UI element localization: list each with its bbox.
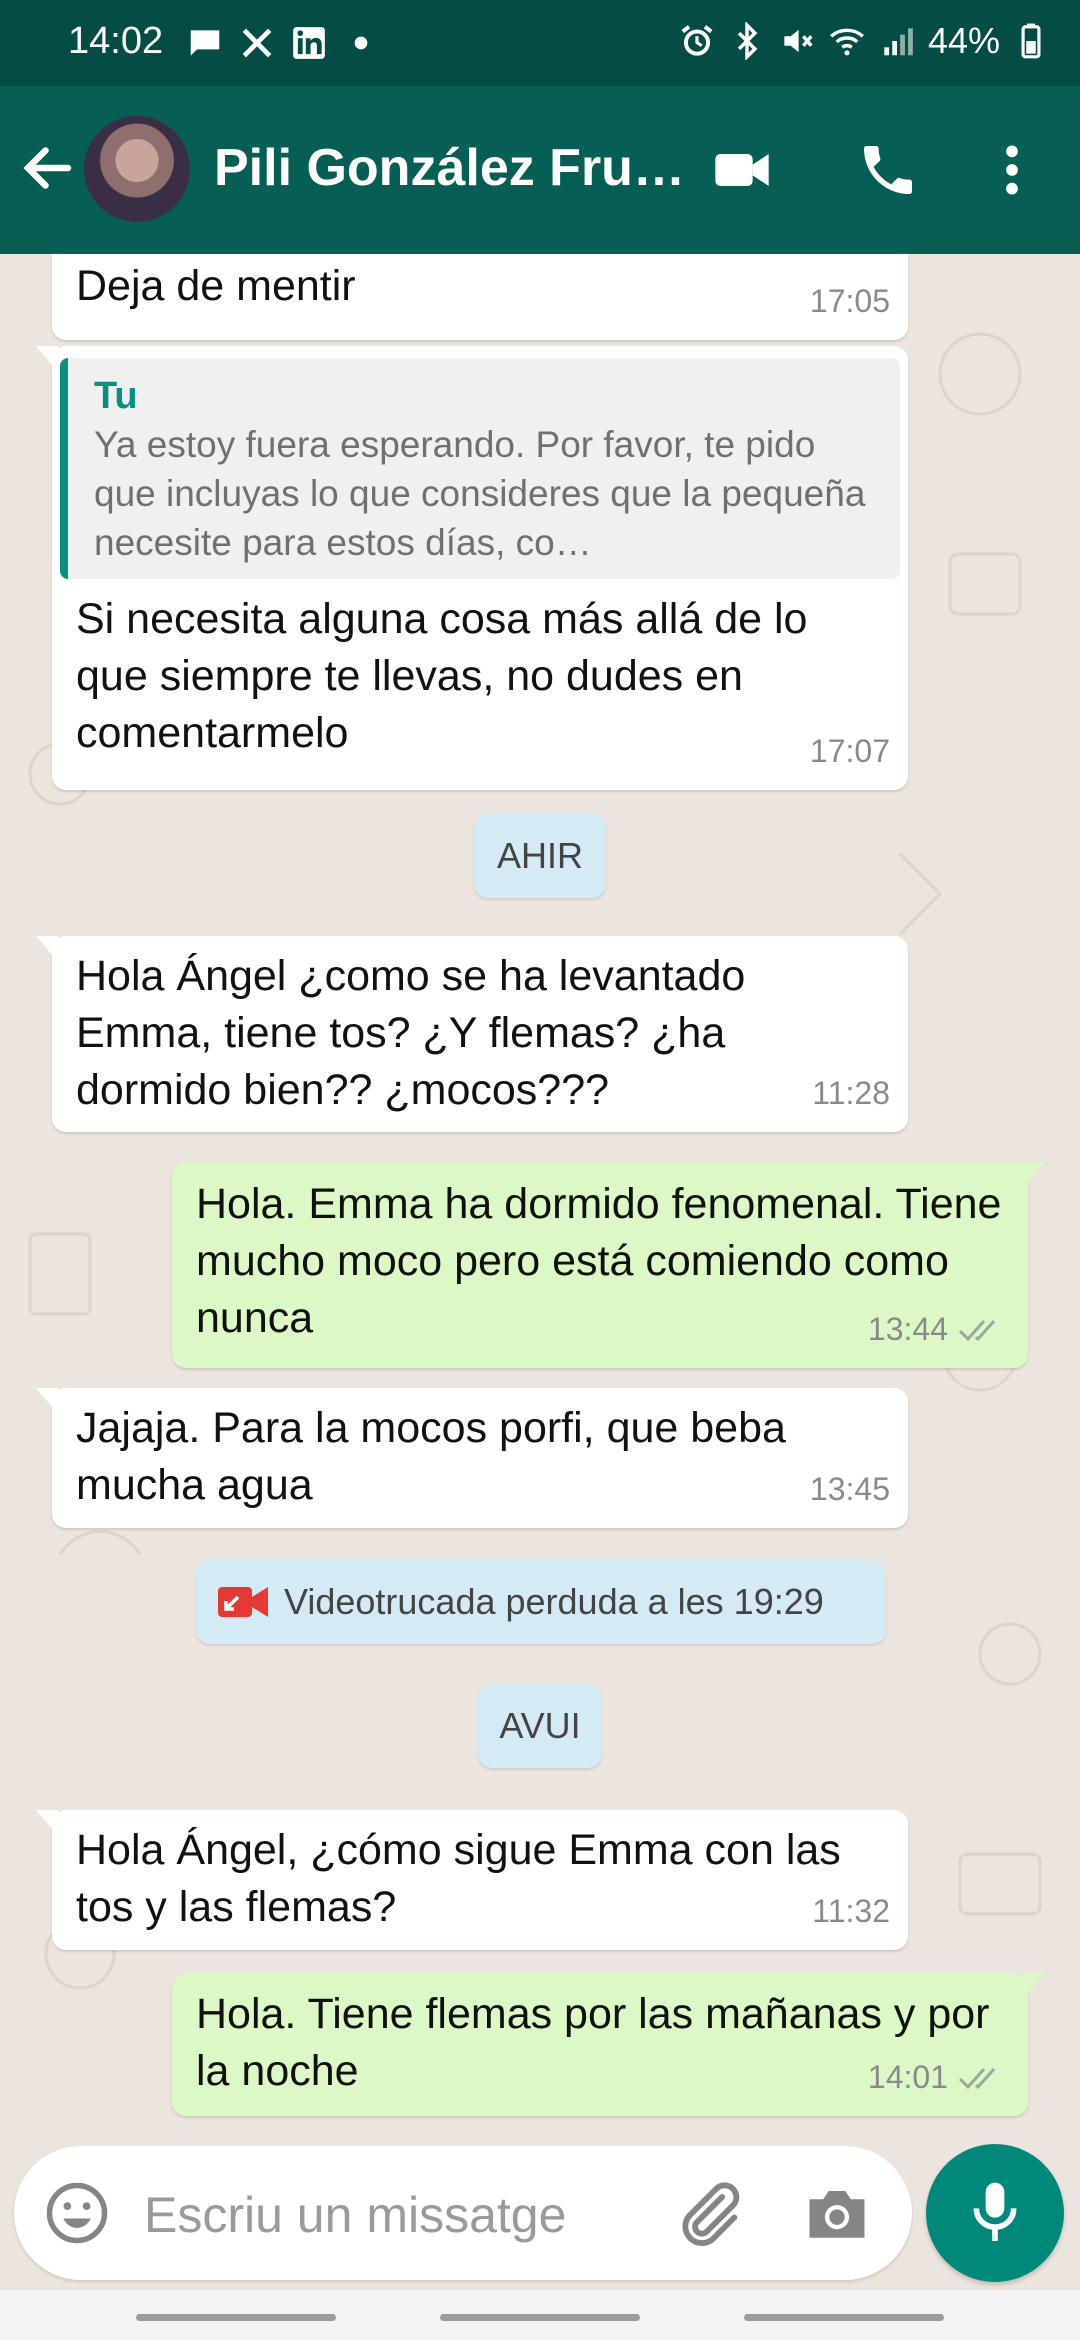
message-input[interactable]: Escriu un missatge	[144, 2186, 566, 2244]
message-incoming-reply[interactable]: Tu Ya estoy fuera esperando. Por favor, …	[36, 346, 908, 790]
tools-notification-icon	[242, 28, 272, 58]
message-incoming[interactable]: Deja de mentir 17:05	[52, 254, 908, 340]
message-incoming[interactable]: Hola Ángel ¿como se ha levantado Emma, t…	[36, 936, 908, 1132]
message-timestamp: 13:44	[867, 1311, 948, 1347]
alarm-icon	[681, 25, 713, 56]
bubble-tail	[36, 1810, 58, 1836]
bubble-tail	[1022, 1974, 1044, 2000]
date-divider-yesterday: AHIR	[474, 814, 606, 898]
signal-icon	[884, 28, 913, 56]
message-list[interactable]: Deja de mentir 17:05 Tu Ya estoy fuera e…	[0, 254, 1080, 2144]
message-time: 11:32	[812, 1883, 890, 1940]
message-text: Hola Ángel, ¿cómo sigue Emma con las tos…	[76, 1826, 841, 1931]
bubble-tail	[36, 346, 58, 372]
back-arrow-icon[interactable]	[18, 138, 78, 198]
bubble-tail	[36, 1388, 58, 1414]
emoji-icon[interactable]	[44, 2180, 110, 2246]
attach-icon[interactable]	[674, 2178, 744, 2248]
battery-percent: 44%	[927, 20, 1000, 61]
message-timestamp: 11:32	[812, 1893, 890, 1929]
wifi-icon	[829, 28, 864, 56]
voice-record-button[interactable]	[926, 2144, 1064, 2282]
message-time: 17:05	[810, 273, 890, 330]
linkedin-notification-icon	[293, 27, 325, 59]
quoted-message[interactable]: Tu Ya estoy fuera esperando. Por favor, …	[60, 358, 900, 579]
message-text: Jajaja. Para la mocos porfi, que beba mu…	[76, 1404, 786, 1509]
missed-video-call-notice[interactable]: Videotrucada perduda a les 19:29	[196, 1560, 886, 1644]
quoted-text: Ya estoy fuera esperando. Por favor, te …	[94, 424, 866, 563]
message-text: Deja de mentir	[76, 262, 356, 310]
message-time: 13:45	[810, 1461, 890, 1518]
nav-home-handle[interactable]	[440, 2314, 640, 2321]
message-incoming[interactable]: Hola Ángel, ¿cómo sigue Emma con las tos…	[36, 1810, 908, 1950]
message-timestamp: 17:07	[809, 733, 890, 769]
date-divider-today: AVUI	[478, 1684, 602, 1768]
message-timestamp: 17:05	[809, 283, 890, 319]
notification-icons	[186, 24, 380, 62]
battery-icon	[1021, 23, 1041, 59]
bubble-tail	[1022, 1162, 1044, 1188]
message-incoming[interactable]: Jajaja. Para la mocos porfi, que beba mu…	[36, 1388, 908, 1528]
message-notification-icon	[190, 30, 220, 56]
message-timestamp: 11:28	[812, 1075, 890, 1111]
bubble-tail	[36, 936, 58, 962]
phone-call-icon[interactable]	[856, 138, 920, 202]
message-outgoing[interactable]: Hola. Emma ha dormido fenomenal. Tiene m…	[172, 1162, 1044, 1368]
mute-icon	[784, 29, 813, 53]
more-options-icon[interactable]	[980, 138, 1044, 202]
message-time: 14:01	[868, 2049, 1010, 2106]
message-text: Hola Ángel ¿como se ha levantado Emma, t…	[76, 952, 746, 1114]
nav-recents-handle[interactable]	[136, 2314, 336, 2321]
message-time: 11:28	[812, 1065, 890, 1122]
contact-name[interactable]: Pili González Fru…	[214, 138, 684, 198]
message-time: 17:07	[810, 723, 890, 780]
message-timestamp: 14:01	[867, 2059, 948, 2095]
message-composer[interactable]: Escriu un missatge	[14, 2146, 912, 2280]
read-receipt-icon	[958, 1319, 996, 1341]
message-text: Si necesita alguna cosa más allá de lo q…	[76, 595, 808, 757]
message-outgoing[interactable]: Hola. Tiene flemas por las mañanas y por…	[172, 1974, 1044, 2116]
system-nav-bar	[0, 2290, 1080, 2340]
message-time: 13:44	[868, 1301, 1010, 1358]
bluetooth-icon	[737, 22, 758, 60]
missed-video-call-icon	[218, 1587, 268, 1617]
contact-avatar[interactable]	[84, 116, 190, 222]
video-call-icon[interactable]	[710, 138, 774, 202]
quoted-author: Tu	[94, 375, 138, 417]
missed-call-text: Videotrucada perduda a les 19:29	[284, 1581, 824, 1622]
nav-back-handle[interactable]	[744, 2314, 944, 2321]
camera-icon[interactable]	[804, 2182, 870, 2244]
chat-header: Pili González Fru…	[0, 86, 1080, 254]
message-timestamp: 13:45	[809, 1471, 890, 1507]
status-bar: 14:02 44%	[0, 0, 1080, 86]
dot-icon	[354, 36, 368, 50]
system-icons: 44%	[678, 20, 1050, 62]
microphone-icon	[973, 2182, 1017, 2241]
read-receipt-icon	[958, 2067, 996, 2089]
status-time: 14:02	[68, 20, 164, 62]
